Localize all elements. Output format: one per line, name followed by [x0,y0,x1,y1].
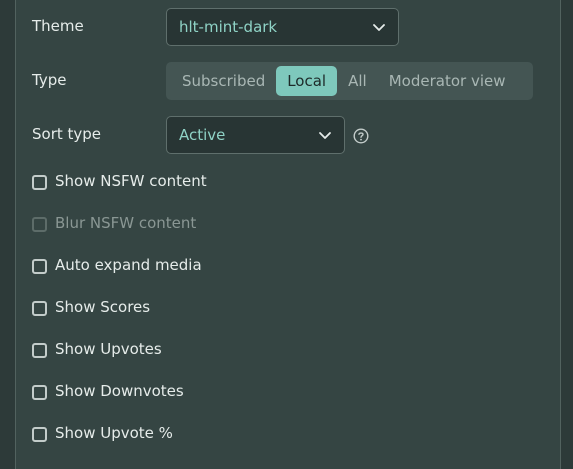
type-option-local[interactable]: Local [276,66,338,96]
show-upvotes-label[interactable]: Show Upvotes [55,340,162,358]
show-scores-checkbox[interactable] [32,301,47,316]
chevron-down-icon [319,132,331,139]
type-option-moderator-view[interactable]: Moderator view [378,66,517,96]
show-nsfw-label[interactable]: Show NSFW content [55,172,207,190]
sort-type-select-value: Active [179,126,226,144]
show-upvote-percent-checkbox[interactable] [32,427,47,442]
theme-label: Theme [32,17,84,35]
type-segmented-control: Subscribed Local All Moderator view [166,62,533,100]
show-downvotes-checkbox[interactable] [32,385,47,400]
sort-type-select[interactable]: Active [166,116,345,154]
show-upvote-percent-label[interactable]: Show Upvote % [55,424,173,442]
help-icon[interactable] [353,128,369,144]
show-nsfw-checkbox[interactable] [32,175,47,190]
theme-select-value: hlt-mint-dark [179,18,278,36]
show-downvotes-label[interactable]: Show Downvotes [55,382,184,400]
type-option-all[interactable]: All [337,66,378,96]
blur-nsfw-checkbox [32,217,47,232]
type-option-subscribed[interactable]: Subscribed [171,66,276,96]
type-label: Type [32,71,67,89]
chevron-down-icon [373,24,385,31]
theme-select[interactable]: hlt-mint-dark [166,8,399,46]
sort-type-label: Sort type [32,125,102,143]
auto-expand-media-checkbox[interactable] [32,259,47,274]
show-upvotes-checkbox[interactable] [32,343,47,358]
show-scores-label[interactable]: Show Scores [55,298,150,316]
blur-nsfw-label: Blur NSFW content [55,214,197,232]
auto-expand-media-label[interactable]: Auto expand media [55,256,202,274]
